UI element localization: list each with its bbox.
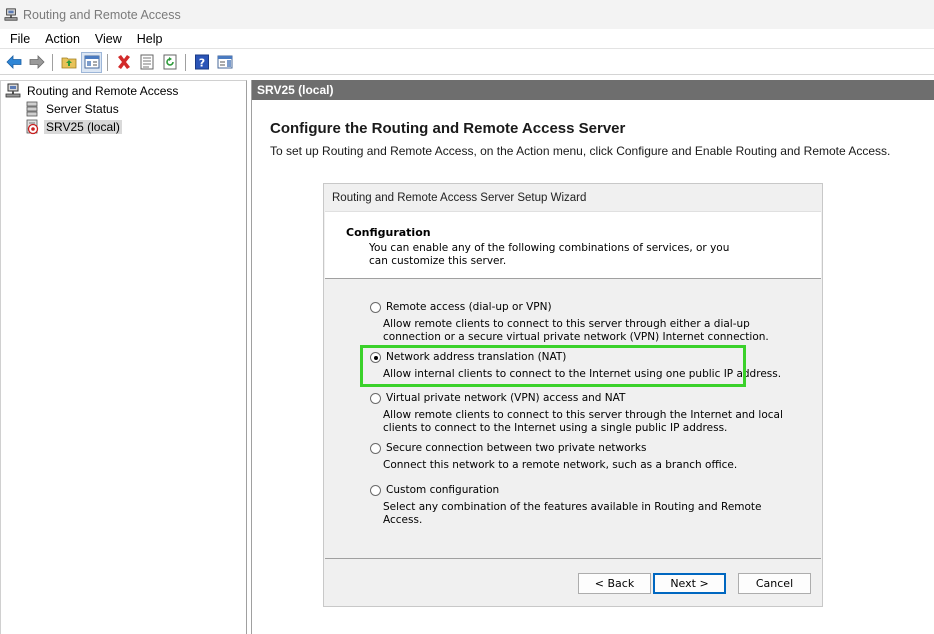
wizard-header-title: Configuration <box>346 226 431 239</box>
page-title: Configure the Routing and Remote Access … <box>270 120 626 137</box>
tree-item-label: Routing and Remote Access <box>27 83 179 98</box>
show-tree-icon <box>84 55 99 69</box>
back-button[interactable]: < Back <box>578 573 651 594</box>
up-folder-icon <box>61 57 76 69</box>
help-icon: ? <box>194 54 209 70</box>
radio-button[interactable] <box>370 393 381 404</box>
help-button[interactable]: ? <box>191 52 212 73</box>
option-description: Allow remote clients to connect to this … <box>383 409 783 434</box>
back-arrow-icon <box>5 55 21 69</box>
tree-item-root[interactable]: Routing and Remote Access <box>5 82 180 99</box>
content-pane: SRV25 (local) Configure the Routing and … <box>251 80 934 634</box>
wizard-footer-separator <box>325 558 821 559</box>
show-hide-tree-button[interactable] <box>81 51 102 73</box>
refresh-icon <box>163 54 176 70</box>
wizard-title: Routing and Remote Access Server Setup W… <box>332 192 587 204</box>
radio-button[interactable] <box>370 302 381 313</box>
console-tree: Routing and Remote Access Server Status … <box>0 80 247 634</box>
option-description: Select any combination of the features a… <box>383 501 762 526</box>
tree-item-label: Server Status <box>46 101 119 116</box>
up-one-level-button[interactable] <box>58 52 79 73</box>
properties-button[interactable] <box>136 52 157 73</box>
action-pane-icon <box>217 55 232 69</box>
show-action-pane-button[interactable] <box>214 52 235 73</box>
radio-button[interactable] <box>370 485 381 496</box>
title-bar: Routing and Remote Access <box>0 0 934 29</box>
refresh-button[interactable] <box>159 52 180 73</box>
tree-item-server-status[interactable]: Server Status <box>24 100 121 117</box>
delete-icon <box>117 55 130 69</box>
content-header-label: SRV25 (local) <box>257 83 334 97</box>
server-status-icon <box>26 101 38 116</box>
menu-view[interactable]: View <box>89 32 128 46</box>
cancel-button[interactable]: Cancel <box>738 573 811 594</box>
setup-wizard-dialog: Routing and Remote Access Server Setup W… <box>323 183 823 607</box>
tree-item-srv25[interactable]: SRV25 (local) <box>24 118 122 135</box>
option-description: Connect this network to a remote network… <box>383 459 738 471</box>
page-description: To set up Routing and Remote Access, on … <box>270 144 891 158</box>
wizard-header: Configuration You can enable any of the … <box>325 211 821 279</box>
toolbar-separator <box>185 53 186 71</box>
forward-button[interactable] <box>26 52 47 73</box>
next-button[interactable]: Next > <box>653 573 726 594</box>
option-label: Secure connection between two private ne… <box>386 442 647 454</box>
toolbar-separator <box>52 53 53 71</box>
option-description: Allow remote clients to connect to this … <box>383 318 769 343</box>
content-header: SRV25 (local) <box>252 80 934 100</box>
server-stopped-icon <box>26 119 39 134</box>
option-label: Remote access (dial-up or VPN) <box>386 301 552 313</box>
option-label: Virtual private network (VPN) access and… <box>386 392 626 404</box>
wizard-header-subtitle: You can enable any of the following comb… <box>369 242 730 267</box>
server-app-icon <box>4 7 18 21</box>
server-app-icon <box>5 83 21 97</box>
menu-file[interactable]: File <box>4 32 36 46</box>
properties-icon <box>140 54 153 70</box>
menu-help[interactable]: Help <box>131 32 169 46</box>
window-title: Routing and Remote Access <box>23 7 181 22</box>
forward-arrow-icon <box>29 55 45 69</box>
back-button[interactable] <box>3 52 24 73</box>
toolbar-separator <box>107 53 108 71</box>
radio-button[interactable] <box>370 443 381 454</box>
menu-bar: File Action View Help <box>0 29 934 49</box>
nat-highlight-box <box>360 345 746 387</box>
menu-action[interactable]: Action <box>39 32 86 46</box>
delete-button[interactable] <box>113 52 134 73</box>
toolbar: ? <box>0 50 934 75</box>
option-label: Custom configuration <box>386 484 500 496</box>
tree-item-label: SRV25 (local) <box>44 119 122 134</box>
svg-text:?: ? <box>198 57 204 70</box>
